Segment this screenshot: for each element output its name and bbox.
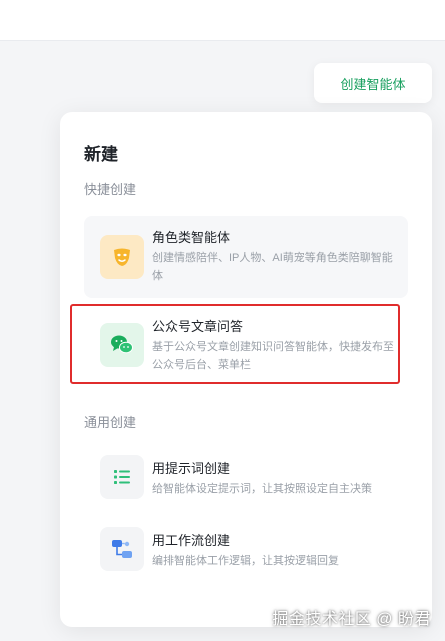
workflow-create-desc: 编排智能体工作逻辑，让其按逻辑回复 <box>152 555 339 567</box>
quick-create-label: 快捷创建 <box>84 182 137 197</box>
role-agent-item[interactable]: 角色类智能体 创建情感陪伴、IP人物、AI萌宠等角色类陪聊智能体 <box>84 216 408 298</box>
workflow-icon <box>100 527 144 571</box>
mask-icon <box>100 235 144 279</box>
prompt-create-title: 用提示词创建 <box>152 461 231 476</box>
workflow-create-item[interactable]: 用工作流创建 编排智能体工作逻辑，让其按逻辑回复 <box>84 520 408 580</box>
highlight-frame <box>70 304 400 384</box>
top-bar <box>0 0 445 41</box>
role-agent-title: 角色类智能体 <box>152 230 231 245</box>
prompt-create-item[interactable]: 用提示词创建 给智能体设定提示词，让其按照设定自主决策 <box>84 448 408 508</box>
watermark-text: 掘金技术社区 @ 盼君 <box>272 611 431 628</box>
panel-title: 新建 <box>84 145 118 164</box>
create-agent-button[interactable]: 创建智能体 <box>314 63 432 103</box>
prompt-create-desc: 给智能体设定提示词，让其按照设定自主决策 <box>152 483 372 495</box>
list-icon <box>100 455 144 499</box>
role-agent-desc: 创建情感陪伴、IP人物、AI萌宠等角色类陪聊智能体 <box>152 252 393 282</box>
general-create-label: 通用创建 <box>84 415 137 430</box>
workflow-create-title: 用工作流创建 <box>152 533 231 548</box>
